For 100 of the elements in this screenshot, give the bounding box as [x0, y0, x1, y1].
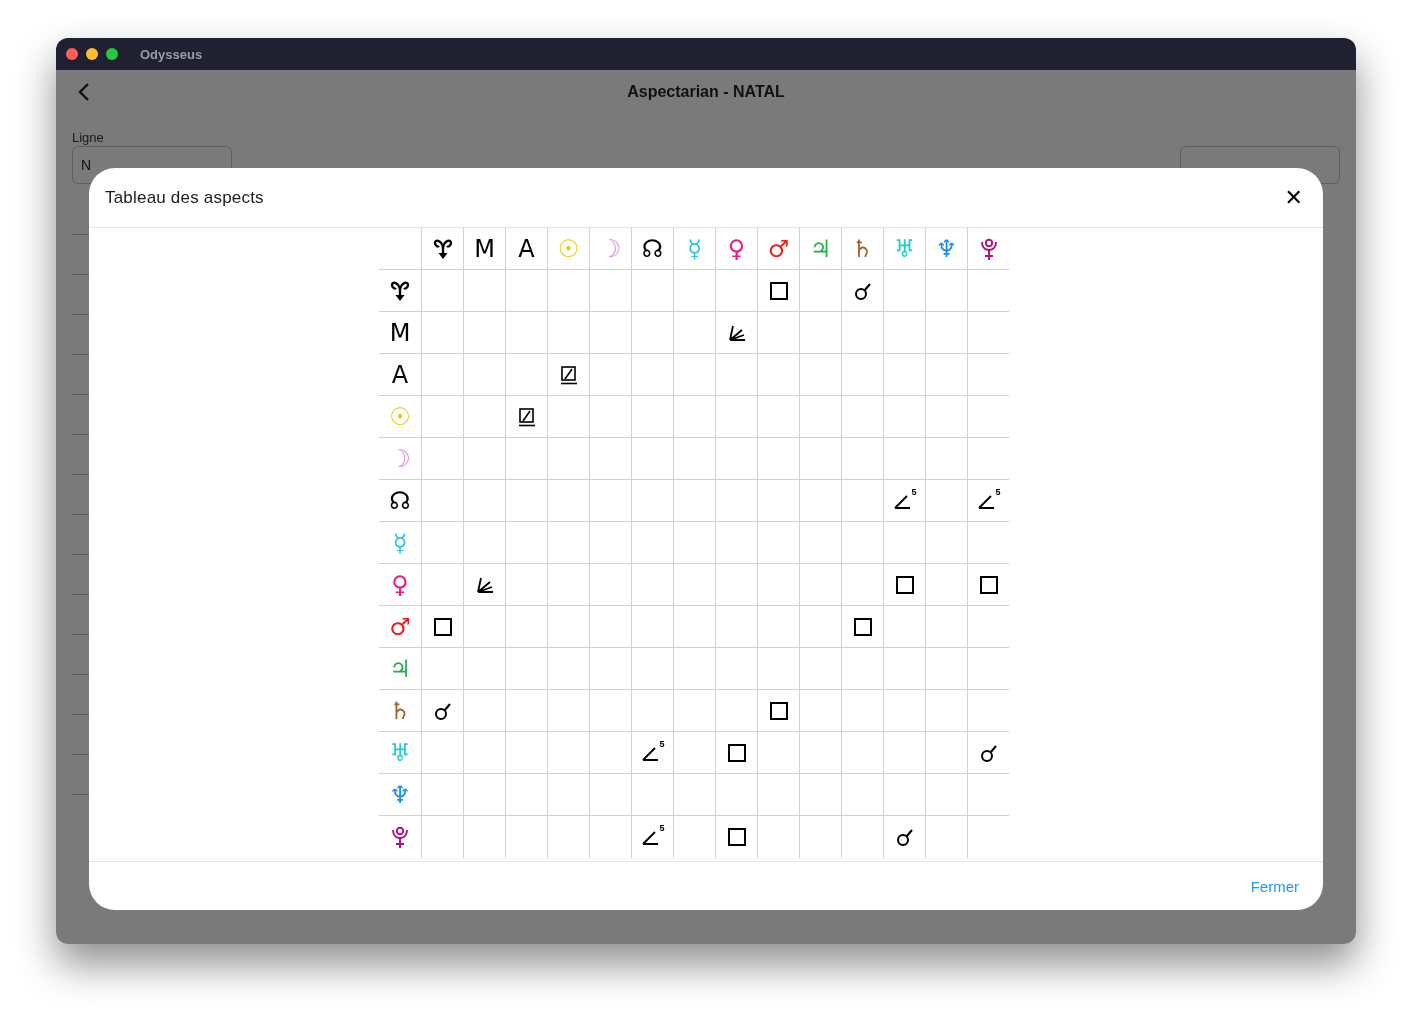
table-cell [799, 648, 841, 690]
table-cell [547, 522, 589, 564]
table-cell [799, 396, 841, 438]
table-cell [715, 522, 757, 564]
table-cell [589, 606, 631, 648]
table-cell [631, 522, 673, 564]
table-cell [883, 690, 925, 732]
table-cell [631, 648, 673, 690]
table-cell [589, 564, 631, 606]
table-cell [925, 522, 967, 564]
table-cell [967, 354, 1009, 396]
table-cell [673, 480, 715, 522]
table-cell [841, 396, 883, 438]
table-cell [841, 522, 883, 564]
planet-glyph: ☊ [389, 488, 411, 513]
table-cell [631, 396, 673, 438]
table-cell [925, 690, 967, 732]
table-cell [547, 606, 589, 648]
table-cell [841, 774, 883, 816]
close-dialog-button[interactable]: Fermer [1250, 873, 1299, 899]
planet-glyph: ♃ [389, 656, 411, 681]
table-cell [673, 438, 715, 480]
planet-glyph: ♆ [935, 236, 958, 261]
table-cell [715, 438, 757, 480]
table-cell [463, 312, 505, 354]
table-cell [631, 564, 673, 606]
page-title: Aspectarian - NATAL [627, 83, 785, 100]
chevron-left-icon [78, 82, 90, 102]
minimize-window-button[interactable] [86, 48, 98, 60]
table-cell [757, 564, 799, 606]
table-cell [925, 354, 967, 396]
square-icon [726, 742, 747, 763]
table-cell [967, 312, 1009, 354]
table-cell [463, 480, 505, 522]
planet-glyph: ♀ [727, 236, 746, 261]
table-cell [673, 522, 715, 564]
planet-glyph: A [518, 236, 535, 261]
table-cell [673, 648, 715, 690]
table-cell [883, 648, 925, 690]
zoom-window-button[interactable] [106, 48, 118, 60]
exponent-text: 5 [995, 486, 1001, 497]
close-button[interactable]: ✕ [1278, 184, 1309, 211]
table-cell [841, 354, 883, 396]
dialog-title: Tableau des aspects [105, 187, 264, 208]
table-cell [589, 522, 631, 564]
planet-glyph: ♄ [851, 236, 874, 261]
table-cell [925, 774, 967, 816]
table-cell [799, 564, 841, 606]
table-cell [673, 396, 715, 438]
exponent-text: 5 [659, 738, 665, 749]
table-cell [589, 312, 631, 354]
table-cell [715, 648, 757, 690]
table-cell [757, 396, 799, 438]
table-cell [799, 522, 841, 564]
square-icon [768, 700, 789, 721]
exponent-text: 5 [659, 823, 665, 833]
planet-glyph: ♅ [893, 236, 916, 261]
close-window-button[interactable] [66, 48, 78, 60]
table-cell [925, 396, 967, 438]
square-icon [768, 280, 789, 301]
table-cell [799, 438, 841, 480]
planet-glyph: A [391, 362, 409, 387]
planet-glyph: ♀ [391, 572, 409, 597]
back-button[interactable] [78, 82, 90, 102]
table-cell [547, 480, 589, 522]
table-cell [631, 480, 673, 522]
table-cell [925, 438, 967, 480]
planet-glyph: M [474, 236, 495, 261]
table-cell [463, 774, 505, 816]
table-cell [673, 354, 715, 396]
circle-line-icon [894, 827, 915, 847]
table-cell [463, 438, 505, 480]
table-cell [673, 690, 715, 732]
table-cell [799, 354, 841, 396]
angle-icon [640, 828, 659, 846]
table-cell [463, 732, 505, 774]
table-cell [547, 732, 589, 774]
planet-glyph: ☿ [392, 530, 408, 555]
table-cell [715, 564, 757, 606]
table-cell [757, 774, 799, 816]
exponent-text: 5 [911, 486, 917, 497]
table-cell [505, 690, 547, 732]
table-cell [715, 480, 757, 522]
planet-glyph: ☿ [687, 236, 702, 261]
table-cell [967, 396, 1009, 438]
table-cell [841, 438, 883, 480]
square-icon [852, 616, 873, 637]
table-cell [715, 606, 757, 648]
planet-glyph: ♃ [809, 236, 832, 261]
planet-glyph: ♂ [767, 236, 790, 261]
planet-glyph: ☊ [641, 236, 664, 261]
table-cell [799, 312, 841, 354]
table-cell [673, 606, 715, 648]
table-cell [757, 354, 799, 396]
table-cell [589, 438, 631, 480]
window-title: Odysseus [140, 46, 203, 62]
table-cell [631, 354, 673, 396]
planet-glyph: ☽ [599, 236, 622, 261]
table-cell [589, 480, 631, 522]
table-cell [967, 648, 1009, 690]
